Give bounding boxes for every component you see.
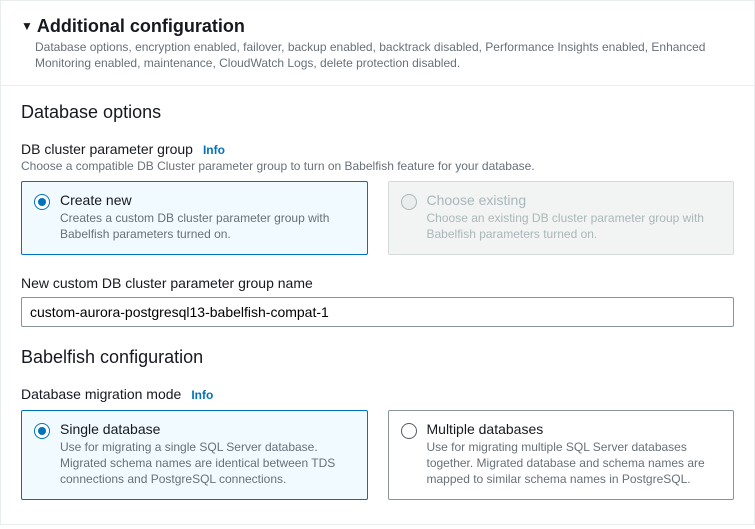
param-group-help: Choose a compatible DB Cluster parameter…	[21, 159, 734, 173]
database-options-heading: Database options	[21, 102, 734, 123]
custom-name-input[interactable]	[21, 297, 734, 327]
panel-description: Database options, encryption enabled, fa…	[21, 39, 734, 71]
panel-content: Database options DB cluster parameter gr…	[1, 86, 754, 524]
migration-multiple-databases-tile[interactable]: Multiple databases Use for migrating mul…	[388, 410, 735, 500]
migration-single-database-tile[interactable]: Single database Use for migrating a sing…	[21, 410, 368, 500]
tile-title: Choose existing	[427, 192, 722, 208]
migration-mode-info-link[interactable]: Info	[191, 388, 213, 402]
caret-down-icon[interactable]: ▼	[21, 15, 33, 37]
radio-icon	[34, 423, 50, 439]
migration-mode-label: Database migration mode	[21, 386, 181, 402]
radio-icon	[34, 194, 50, 210]
param-group-info-link[interactable]: Info	[203, 143, 225, 157]
radio-icon	[401, 194, 417, 210]
additional-configuration-panel: ▼ Additional configuration Database opti…	[0, 0, 755, 525]
tile-title: Single database	[60, 421, 355, 437]
param-group-label: DB cluster parameter group	[21, 141, 193, 157]
param-group-create-new-tile[interactable]: Create new Creates a custom DB cluster p…	[21, 181, 368, 255]
param-group-choose-existing-tile: Choose existing Choose an existing DB cl…	[388, 181, 735, 255]
panel-header: ▼ Additional configuration Database opti…	[1, 1, 754, 86]
babelfish-config-heading: Babelfish configuration	[21, 347, 734, 368]
radio-icon	[401, 423, 417, 439]
tile-description: Use for migrating a single SQL Server da…	[60, 439, 355, 487]
custom-name-label: New custom DB cluster parameter group na…	[21, 275, 734, 291]
tile-description: Use for migrating multiple SQL Server da…	[427, 439, 722, 487]
panel-title: Additional configuration	[37, 15, 245, 37]
tile-description: Creates a custom DB cluster parameter gr…	[60, 210, 355, 242]
tile-description: Choose an existing DB cluster parameter …	[427, 210, 722, 242]
tile-title: Multiple databases	[427, 421, 722, 437]
tile-title: Create new	[60, 192, 355, 208]
